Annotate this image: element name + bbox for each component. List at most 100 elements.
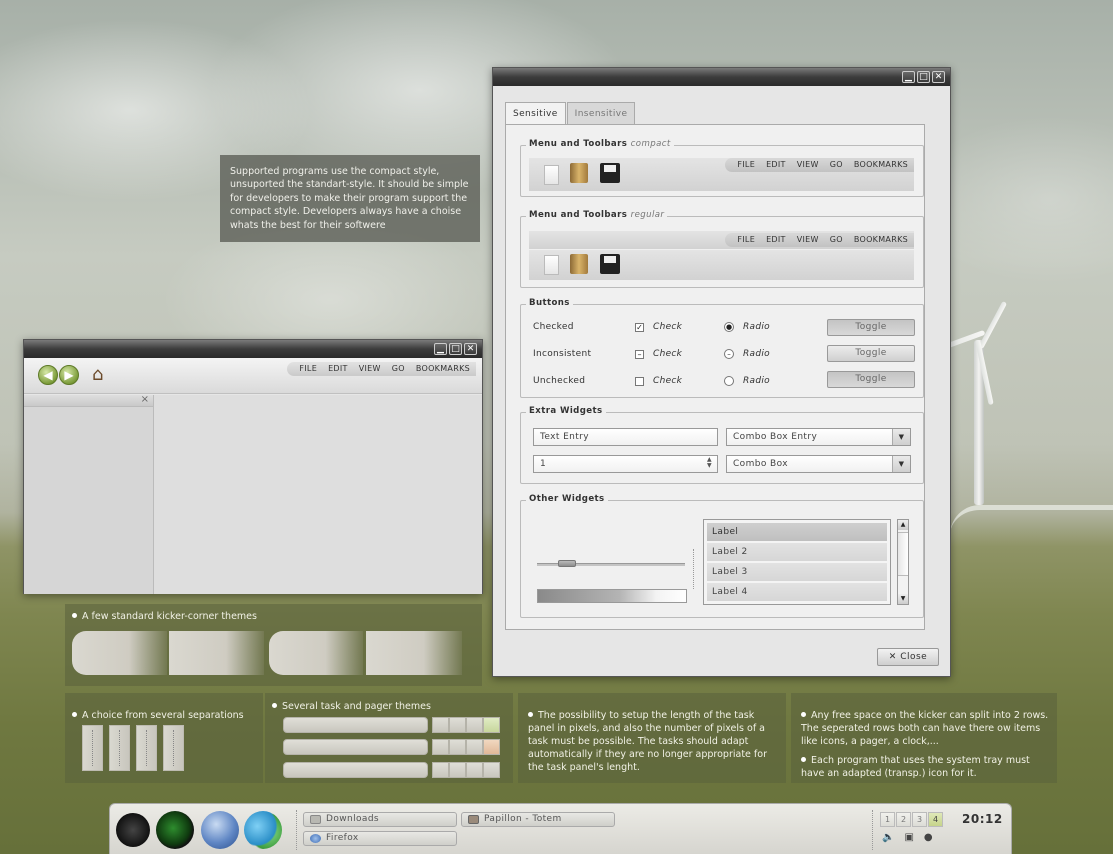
save-icon[interactable] — [600, 254, 620, 274]
task-firefox[interactable]: Firefox — [303, 831, 457, 846]
theme-preview-window[interactable]: ▁ □ ✕ Sensitive Insensitive Menu and Too… — [492, 67, 951, 677]
spin-arrows-icon[interactable]: ▲▼ — [707, 457, 713, 469]
radio-label: Radio — [743, 349, 770, 359]
separations-panel: A choice from several separations — [65, 693, 263, 783]
frame-style-label: regular — [630, 210, 665, 220]
menu-go[interactable]: GO — [392, 362, 405, 376]
menu-go[interactable]: GO — [830, 233, 843, 247]
pager-desktop-3[interactable]: 3 — [912, 812, 927, 827]
radio-label: Radio — [743, 376, 770, 386]
close-dialog-button[interactable]: ✕ Close — [877, 648, 939, 666]
list-item[interactable]: Label 3 — [707, 563, 887, 581]
task-label: Firefox — [326, 833, 359, 843]
toggle-button-checked[interactable]: Toggle — [827, 319, 915, 336]
clock[interactable]: 20:12 — [962, 812, 1003, 826]
dialog-tabs: Sensitive Insensitive — [505, 102, 636, 125]
close-button[interactable]: ✕ — [464, 343, 477, 355]
minimize-button[interactable]: ▁ — [434, 343, 447, 355]
battery-icon[interactable]: ▣ — [904, 832, 913, 843]
systray-text: Each program that uses the system tray m… — [801, 754, 1049, 780]
save-icon[interactable] — [600, 163, 620, 183]
chevron-down-icon[interactable]: ▼ — [892, 429, 910, 445]
pager-desktop-4[interactable]: 4 — [928, 812, 943, 827]
check-unchecked[interactable] — [635, 377, 644, 386]
tab-sensitive[interactable]: Sensitive — [505, 102, 566, 125]
corner-theme-4 — [366, 631, 462, 675]
back-arrow-icon[interactable]: ◀ — [38, 365, 58, 385]
menu-file[interactable]: FILE — [737, 233, 755, 247]
corner-theme-3 — [269, 631, 363, 675]
pager-desktop-2[interactable]: 2 — [896, 812, 911, 827]
menu-edit[interactable]: EDIT — [766, 233, 786, 247]
check-label: Check — [653, 376, 683, 386]
browser-titlebar[interactable]: ▁ □ ✕ — [24, 340, 482, 358]
task-downloads[interactable]: Downloads — [303, 812, 457, 827]
radio-inconsistent[interactable]: – — [724, 349, 734, 359]
forward-arrow-icon[interactable]: ▶ — [59, 365, 79, 385]
list-item[interactable]: Label — [707, 523, 887, 541]
open-folder-icon[interactable] — [570, 254, 588, 274]
web-browser-globe-icon[interactable] — [201, 811, 239, 849]
toggle-button-inconsistent[interactable]: Toggle — [827, 345, 915, 362]
check-checked[interactable]: ✓ — [635, 323, 644, 332]
menu-edit[interactable]: EDIT — [328, 362, 348, 376]
check-inconsistent[interactable]: – — [635, 350, 644, 359]
maximize-button[interactable]: □ — [917, 71, 930, 83]
separator-sample — [109, 725, 130, 771]
new-document-icon[interactable] — [544, 165, 559, 185]
scrollbar-thumb[interactable] — [898, 532, 908, 576]
radio-checked[interactable]: ● — [724, 322, 734, 332]
combo-entry-text: Combo Box Entry — [733, 432, 818, 442]
menu-bookmarks[interactable]: BOOKMARKS — [416, 362, 470, 376]
scroll-down-icon[interactable]: ▼ — [898, 594, 908, 604]
menu-file[interactable]: FILE — [737, 158, 755, 172]
list-item[interactable]: Label 2 — [707, 543, 887, 561]
music-player-icon[interactable] — [156, 811, 194, 849]
toggle-button-unchecked[interactable]: Toggle — [827, 371, 915, 388]
menu-file[interactable]: FILE — [299, 362, 317, 376]
browser-toolbar: ◀ ▶ ⌂ FILE EDIT VIEW GO BOOKMARKS — [24, 358, 482, 394]
minimize-button[interactable]: ▁ — [902, 71, 915, 83]
menu-edit[interactable]: EDIT — [766, 158, 786, 172]
check-label: Check — [653, 322, 683, 332]
slider-handle[interactable] — [557, 560, 576, 567]
list-item[interactable]: Label 4 — [707, 583, 887, 601]
menu-view[interactable]: VIEW — [797, 233, 819, 247]
speaker-icon[interactable]: 🔈 — [882, 832, 894, 843]
tab-insensitive[interactable]: Insensitive — [566, 102, 636, 124]
spin-button[interactable]: 1 ▲▼ — [533, 455, 718, 473]
row-label-checked: Checked — [533, 322, 574, 332]
paned-handle[interactable] — [693, 549, 694, 589]
pager-desktop-1[interactable]: 1 — [880, 812, 895, 827]
gnome-foot-icon[interactable] — [116, 813, 150, 847]
menu-view[interactable]: VIEW — [359, 362, 381, 376]
messenger-buddies-icon[interactable] — [244, 811, 282, 849]
chevron-down-icon[interactable]: ▼ — [892, 456, 910, 472]
combo-box[interactable]: Combo Box ▼ — [726, 455, 911, 473]
firefox-icon — [310, 834, 321, 843]
text-entry[interactable]: Text Entry — [533, 428, 718, 446]
home-icon[interactable]: ⌂ — [92, 364, 114, 386]
browser-window[interactable]: ▁ □ ✕ ◀ ▶ ⌂ FILE EDIT VIEW GO BOOKMARKS … — [23, 339, 483, 594]
task-totem[interactable]: Papillon - Totem — [461, 812, 615, 827]
tab-panel-sensitive: Menu and Toolbars compact FILE EDIT VIEW… — [505, 124, 925, 630]
menu-bookmarks[interactable]: BOOKMARKS — [854, 233, 908, 247]
sidebar-close-icon[interactable]: × — [141, 394, 149, 405]
user-icon[interactable]: ● — [924, 832, 933, 843]
scroll-up-icon[interactable]: ▲ — [898, 520, 908, 530]
check-label: Check — [653, 349, 683, 359]
free-space-text: Any free space on the kicker can split i… — [801, 710, 1049, 747]
row-label-inconsistent: Inconsistent — [533, 349, 592, 359]
menu-go[interactable]: GO — [830, 158, 843, 172]
combo-box-entry[interactable]: Combo Box Entry ▼ — [726, 428, 911, 446]
radio-unchecked[interactable] — [724, 376, 734, 386]
frame-style-label: compact — [630, 139, 671, 149]
open-folder-icon[interactable] — [570, 163, 588, 183]
vertical-scrollbar[interactable]: ▲ ▼ — [897, 519, 909, 605]
maximize-button[interactable]: □ — [449, 343, 462, 355]
close-button[interactable]: ✕ — [932, 71, 945, 83]
dialog-titlebar[interactable]: ▁ □ ✕ — [493, 68, 950, 86]
menu-view[interactable]: VIEW — [797, 158, 819, 172]
menu-bookmarks[interactable]: BOOKMARKS — [854, 158, 908, 172]
new-document-icon[interactable] — [544, 255, 559, 275]
